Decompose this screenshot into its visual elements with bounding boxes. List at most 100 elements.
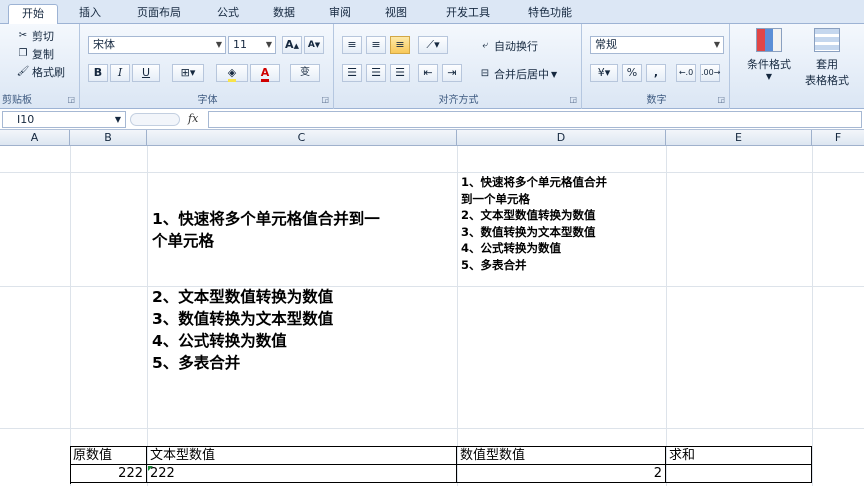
align-middle-button[interactable]: ≡: [366, 36, 386, 54]
increase-decimal-button[interactable]: ←.0: [676, 64, 696, 82]
table-header-cell[interactable]: 原数值: [70, 447, 147, 465]
alignment-group: ≡ ≡ ≡ ⟋▾ ⤶ 自动换行 ☰ ☰ ☰ ⇤ ⇥ ⊟ 合并后居中 ▼ 对齐方式 ◲: [336, 24, 582, 109]
cut-button[interactable]: ✂ 剪切: [16, 28, 54, 44]
align-middle-icon: ≡: [371, 38, 381, 51]
table-cell-original[interactable]: 222: [70, 465, 147, 483]
formula-bar-splitter[interactable]: [130, 113, 180, 126]
tab-special-features[interactable]: 特色功能: [516, 4, 584, 24]
tab-developer[interactable]: 开发工具: [430, 4, 506, 24]
orientation-button[interactable]: ⟋▾: [418, 36, 448, 54]
align-bottom-button[interactable]: ≡: [390, 36, 410, 54]
worksheet-grid[interactable]: 1、快速将多个单元格值合并到一 个单元格 2、文本型数值转换为数值 3、数值转换…: [0, 146, 864, 486]
paintbrush-icon: 🖌: [16, 66, 30, 77]
insert-function-icon[interactable]: fx: [188, 112, 198, 125]
column-headers: A B C D E F: [0, 130, 864, 146]
font-name-select[interactable]: 宋体 ▼: [88, 36, 226, 54]
gridline: [0, 428, 864, 429]
align-center-icon: ☰: [371, 66, 381, 79]
format-painter-button[interactable]: 🖌 格式刷: [16, 64, 65, 80]
bold-button[interactable]: B: [88, 64, 108, 82]
font-size-select[interactable]: 11 ▼: [228, 36, 276, 54]
comma-button[interactable]: ,: [646, 64, 666, 82]
table-cell-sum[interactable]: [666, 465, 812, 483]
cell-c-line: 个单元格: [152, 232, 215, 250]
cell-c-list-item: 3、数值转换为文本型数值: [152, 310, 334, 328]
align-bottom-icon: ≡: [395, 38, 405, 51]
align-top-button[interactable]: ≡: [342, 36, 362, 54]
gridline: [147, 146, 148, 486]
cell-d-line: 2、文本型数值转换为数值: [461, 208, 596, 222]
number-launcher-icon[interactable]: ◲: [717, 95, 725, 104]
grow-font-button[interactable]: A▲: [282, 36, 302, 54]
conditional-formatting-button[interactable]: 条件格式 ▼: [738, 28, 800, 81]
font-launcher-icon[interactable]: ◲: [321, 95, 329, 104]
cell-c-list-item: 4、公式转换为数值: [152, 332, 287, 350]
italic-button[interactable]: I: [110, 64, 130, 82]
tab-insert[interactable]: 插入: [68, 4, 112, 24]
align-right-button[interactable]: ☰: [390, 64, 410, 82]
tab-formulas[interactable]: 公式: [206, 4, 250, 24]
chevron-down-icon: ▼: [265, 40, 272, 49]
paint-bucket-icon: ◈: [227, 66, 237, 82]
gridline: [70, 146, 71, 486]
font-color-button[interactable]: A: [250, 64, 280, 82]
tab-page-layout[interactable]: 页面布局: [124, 4, 194, 24]
ribbon: ✂ 剪切 ❐ 复制 🖌 格式刷 剪贴板 ◲ 宋体 ▼ 11 ▼ A▲ A▼ B I U ⊞…: [0, 24, 864, 109]
cell-c-line: 1、快速将多个单元格值合并到一: [152, 210, 380, 228]
tab-review[interactable]: 审阅: [318, 4, 362, 24]
fill-color-button[interactable]: ◈: [216, 64, 248, 82]
copy-button[interactable]: ❐ 复制: [16, 46, 54, 62]
conditional-format-icon: [756, 28, 782, 52]
decrease-decimal-button[interactable]: .00→: [700, 64, 720, 82]
table-cell-text-number[interactable]: 222: [147, 465, 457, 483]
borders-button[interactable]: ⊞▾: [172, 64, 204, 82]
gridline: [812, 146, 813, 486]
clipboard-launcher-icon[interactable]: ◲: [67, 95, 75, 104]
formula-input[interactable]: [208, 111, 862, 128]
cell-d-text-block[interactable]: 1、快速将多个单元格值合并 到一个单元格 2、文本型数值转换为数值 3、数值转换…: [461, 174, 665, 273]
gridline: [666, 146, 667, 486]
name-box[interactable]: I10 ▼: [2, 111, 126, 128]
percent-button[interactable]: %: [622, 64, 642, 82]
copy-icon: ❐: [18, 48, 28, 59]
column-header-d[interactable]: D: [457, 130, 666, 146]
decrease-indent-button[interactable]: ⇤: [418, 64, 438, 82]
table-cell-number[interactable]: 2: [457, 465, 666, 483]
column-header-e[interactable]: E: [666, 130, 812, 146]
decrease-decimal-icon: .00→: [701, 68, 721, 77]
increase-indent-icon: ⇥: [447, 66, 457, 79]
column-header-c[interactable]: C: [147, 130, 457, 146]
alignment-launcher-icon[interactable]: ◲: [569, 95, 577, 104]
font-group: 宋体 ▼ 11 ▼ A▲ A▼ B I U ⊞▾ ◈ A 变 字体 ◲: [82, 24, 334, 109]
cell-c-text-block[interactable]: 1、快速将多个单元格值合并到一 个单元格: [152, 208, 454, 252]
tab-data[interactable]: 数据: [262, 4, 306, 24]
column-header-a[interactable]: A: [0, 130, 70, 146]
format-as-table-button[interactable]: 套用 表格格式: [796, 28, 858, 88]
chevron-down-icon: ▼: [215, 40, 222, 49]
orientation-icon: ⟋▾: [426, 38, 440, 51]
alignment-group-label: 对齐方式: [438, 95, 479, 106]
align-top-icon: ≡: [347, 38, 357, 51]
merge-center-button[interactable]: ⊟ 合并后居中 ▼: [478, 66, 557, 82]
table-style-icon: [814, 28, 840, 52]
table-header-cell[interactable]: 求和: [666, 447, 812, 465]
underline-button[interactable]: U: [132, 64, 160, 82]
chevron-down-icon: ▼: [765, 72, 773, 81]
cell-c-list-item: 5、多表合并: [152, 354, 241, 372]
column-header-f[interactable]: F: [812, 130, 864, 146]
table-header-cell[interactable]: 数值型数值: [457, 447, 666, 465]
accounting-format-button[interactable]: ¥▾: [590, 64, 618, 82]
number-format-select[interactable]: 常规 ▼: [590, 36, 724, 54]
wrap-text-button[interactable]: ⤶ 自动换行: [478, 38, 538, 54]
phonetic-button[interactable]: 变: [290, 64, 320, 82]
tab-view[interactable]: 视图: [374, 4, 418, 24]
align-left-button[interactable]: ☰: [342, 64, 362, 82]
align-center-button[interactable]: ☰: [366, 64, 386, 82]
increase-indent-button[interactable]: ⇥: [442, 64, 462, 82]
table-header-cell[interactable]: 文本型数值: [147, 447, 457, 465]
cell-c-list[interactable]: 2、文本型数值转换为数值 3、数值转换为文本型数值 4、公式转换为数值 5、多表…: [152, 286, 454, 374]
shrink-font-button[interactable]: A▼: [304, 36, 324, 54]
gridline: [457, 146, 458, 486]
tab-home[interactable]: 开始: [8, 4, 58, 24]
column-header-b[interactable]: B: [70, 130, 147, 146]
